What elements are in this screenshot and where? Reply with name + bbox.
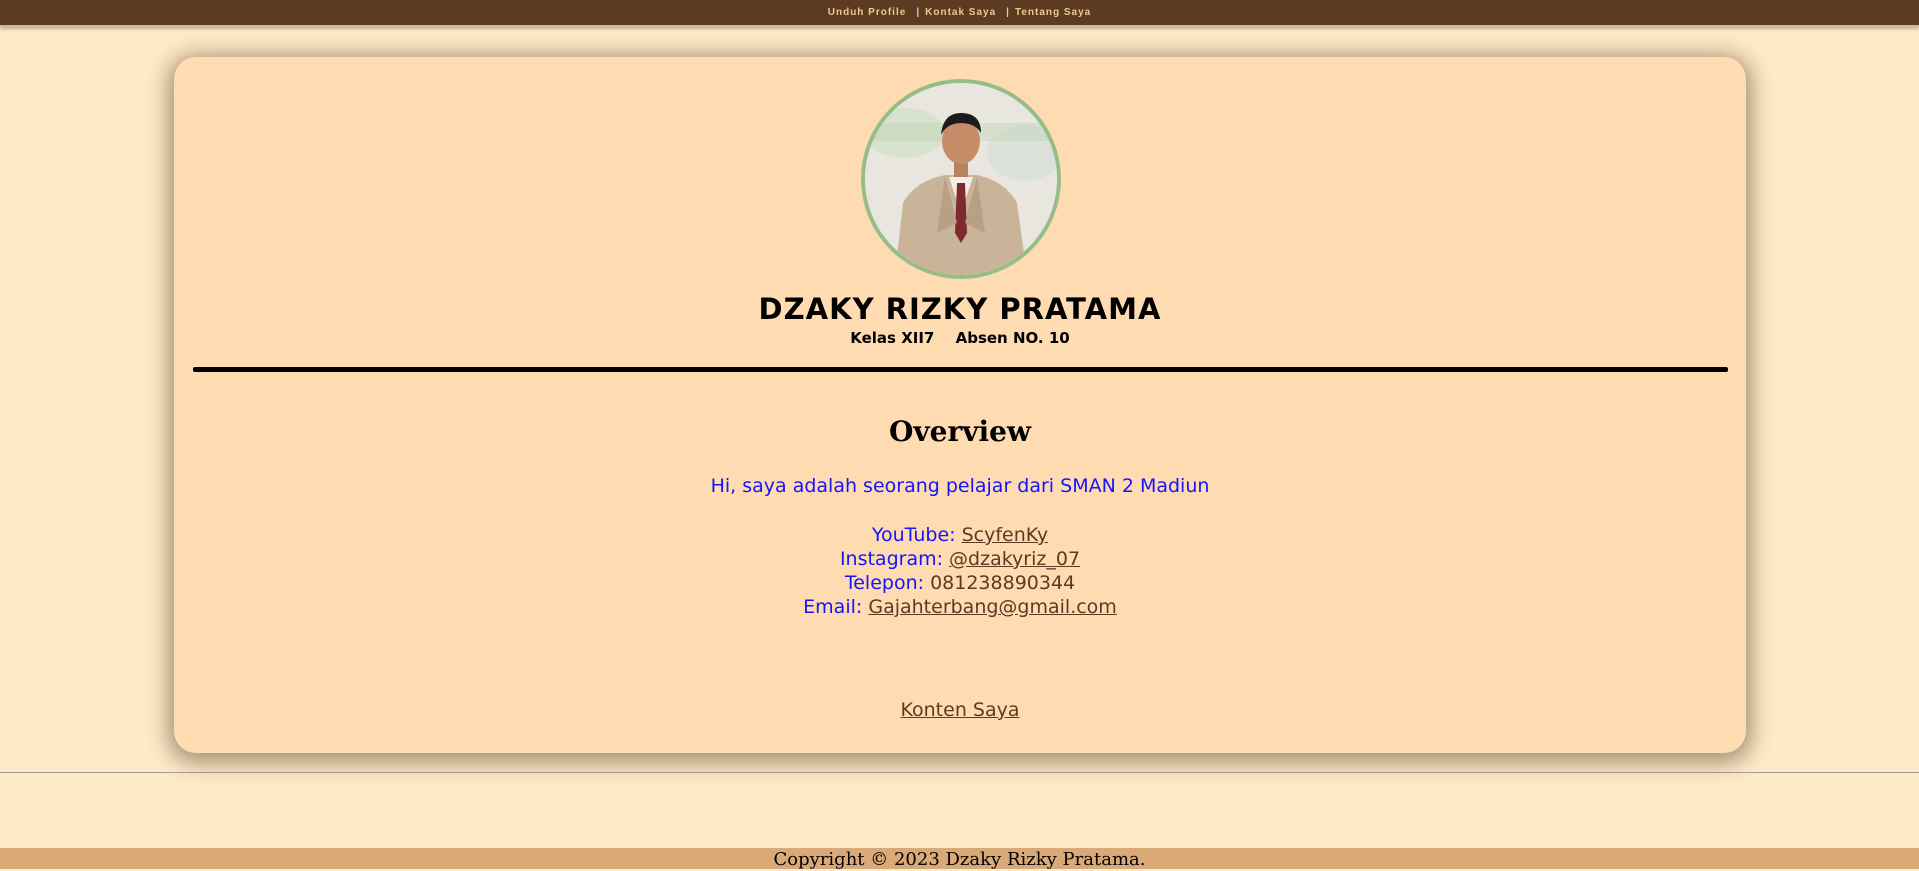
- konten-saya-link[interactable]: Konten Saya: [901, 699, 1020, 721]
- profile-card: DZAKY RIZKY PRATAMA Kelas XII7 Absen NO.…: [174, 57, 1746, 753]
- contact-label: YouTube:: [871, 524, 956, 546]
- profile-photo-icon: [865, 83, 1057, 275]
- contact-label: Instagram:: [839, 548, 943, 570]
- profile-subinfo: Kelas XII7 Absen NO. 10: [174, 329, 1746, 347]
- youtube-link[interactable]: ScyfenKy: [962, 524, 1049, 546]
- contact-item-phone: Telepon: 081238890344: [174, 571, 1746, 595]
- contact-label: Email:: [803, 596, 863, 618]
- instagram-link[interactable]: @dzakyriz_07: [949, 548, 1080, 570]
- copyright-text: Copyright © 2023 Dzaky Rizky Pratama.: [773, 849, 1146, 870]
- contact-label: Telepon:: [844, 572, 925, 594]
- contact-item-instagram: Instagram: @dzakyriz_07: [174, 547, 1746, 571]
- bottom-rule: [0, 772, 1919, 773]
- attendance-number-label: Absen NO. 10: [955, 329, 1070, 347]
- contact-item-youtube: YouTube: ScyfenKy: [174, 523, 1746, 547]
- intro-text: Hi, saya adalah seorang pelajar dari SMA…: [710, 475, 1210, 497]
- top-navigation-bar: Unduh Profile | Kontak Saya | Tentang Sa…: [0, 0, 1919, 27]
- contact-item-email: Email: Gajahterbang@gmail.com: [174, 595, 1746, 619]
- avatar: [861, 79, 1061, 279]
- section-divider: [193, 367, 1728, 372]
- content-link-wrapper: Konten Saya: [174, 699, 1746, 721]
- nav-separator: |: [916, 7, 920, 18]
- nav-separator: |: [1006, 7, 1009, 18]
- overview-heading: Overview: [888, 415, 1032, 448]
- footer: Copyright © 2023 Dzaky Rizky Pratama.: [0, 848, 1919, 870]
- nav-link-tentang-saya[interactable]: Tentang Saya: [1015, 7, 1091, 18]
- phone-number: 081238890344: [930, 572, 1076, 594]
- class-label: Kelas XII7: [850, 329, 935, 347]
- contact-list: YouTube: ScyfenKy Instagram: @dzakyriz_0…: [174, 523, 1746, 619]
- nav-link-unduh-profile[interactable]: Unduh Profile: [828, 7, 907, 18]
- nav-link-kontak-saya[interactable]: Kontak Saya: [925, 7, 996, 18]
- profile-name: DZAKY RIZKY PRATAMA: [758, 292, 1162, 326]
- email-link[interactable]: Gajahterbang@gmail.com: [868, 596, 1116, 618]
